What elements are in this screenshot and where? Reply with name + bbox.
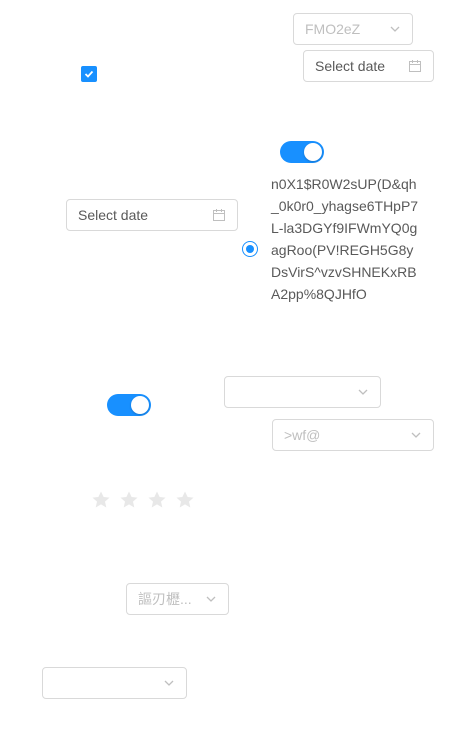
chevron-down-icon: [205, 584, 217, 614]
calendar-icon: [212, 200, 226, 230]
select-cjk-value: 謳刃櫪...: [138, 591, 192, 607]
select-middle-right-value: >wf@: [284, 427, 321, 443]
chevron-down-icon: [389, 14, 401, 44]
chevron-down-icon: [410, 420, 422, 450]
select-middle[interactable]: [224, 376, 381, 408]
select-bottom[interactable]: [42, 667, 187, 699]
radio-dot: [246, 245, 254, 253]
date-picker-top[interactable]: Select date: [303, 50, 434, 82]
chevron-down-icon: [163, 668, 175, 698]
radio-label[interactable]: n0X1$R0W2sUP(D&qh_0k0r0_yhagse6THpP7L-la…: [271, 173, 421, 305]
date-picker-top-placeholder: Select date: [315, 58, 386, 74]
toggle-knob: [304, 143, 322, 161]
toggle-switch-top[interactable]: [280, 141, 324, 163]
date-picker-left-placeholder: Select date: [78, 207, 149, 223]
select-middle-right[interactable]: >wf@: [272, 419, 434, 451]
select-top[interactable]: FMO2eZ: [293, 13, 413, 45]
form-canvas: FMO2eZ Select date Select date n0X1$R0W2…: [0, 0, 465, 745]
select-top-value: FMO2eZ: [305, 21, 361, 37]
star-icon[interactable]: [91, 490, 111, 510]
radio-button[interactable]: [242, 241, 258, 257]
star-icon[interactable]: [119, 490, 139, 510]
star-rating[interactable]: [91, 490, 195, 510]
date-picker-left[interactable]: Select date: [66, 199, 238, 231]
toggle-switch-middle[interactable]: [107, 394, 151, 416]
select-cjk[interactable]: 謳刃櫪...: [126, 583, 229, 615]
calendar-icon: [408, 51, 422, 81]
toggle-knob: [131, 396, 149, 414]
checkbox[interactable]: [81, 66, 97, 82]
star-icon[interactable]: [147, 490, 167, 510]
chevron-down-icon: [357, 377, 369, 407]
check-icon: [84, 70, 94, 78]
star-icon[interactable]: [175, 490, 195, 510]
